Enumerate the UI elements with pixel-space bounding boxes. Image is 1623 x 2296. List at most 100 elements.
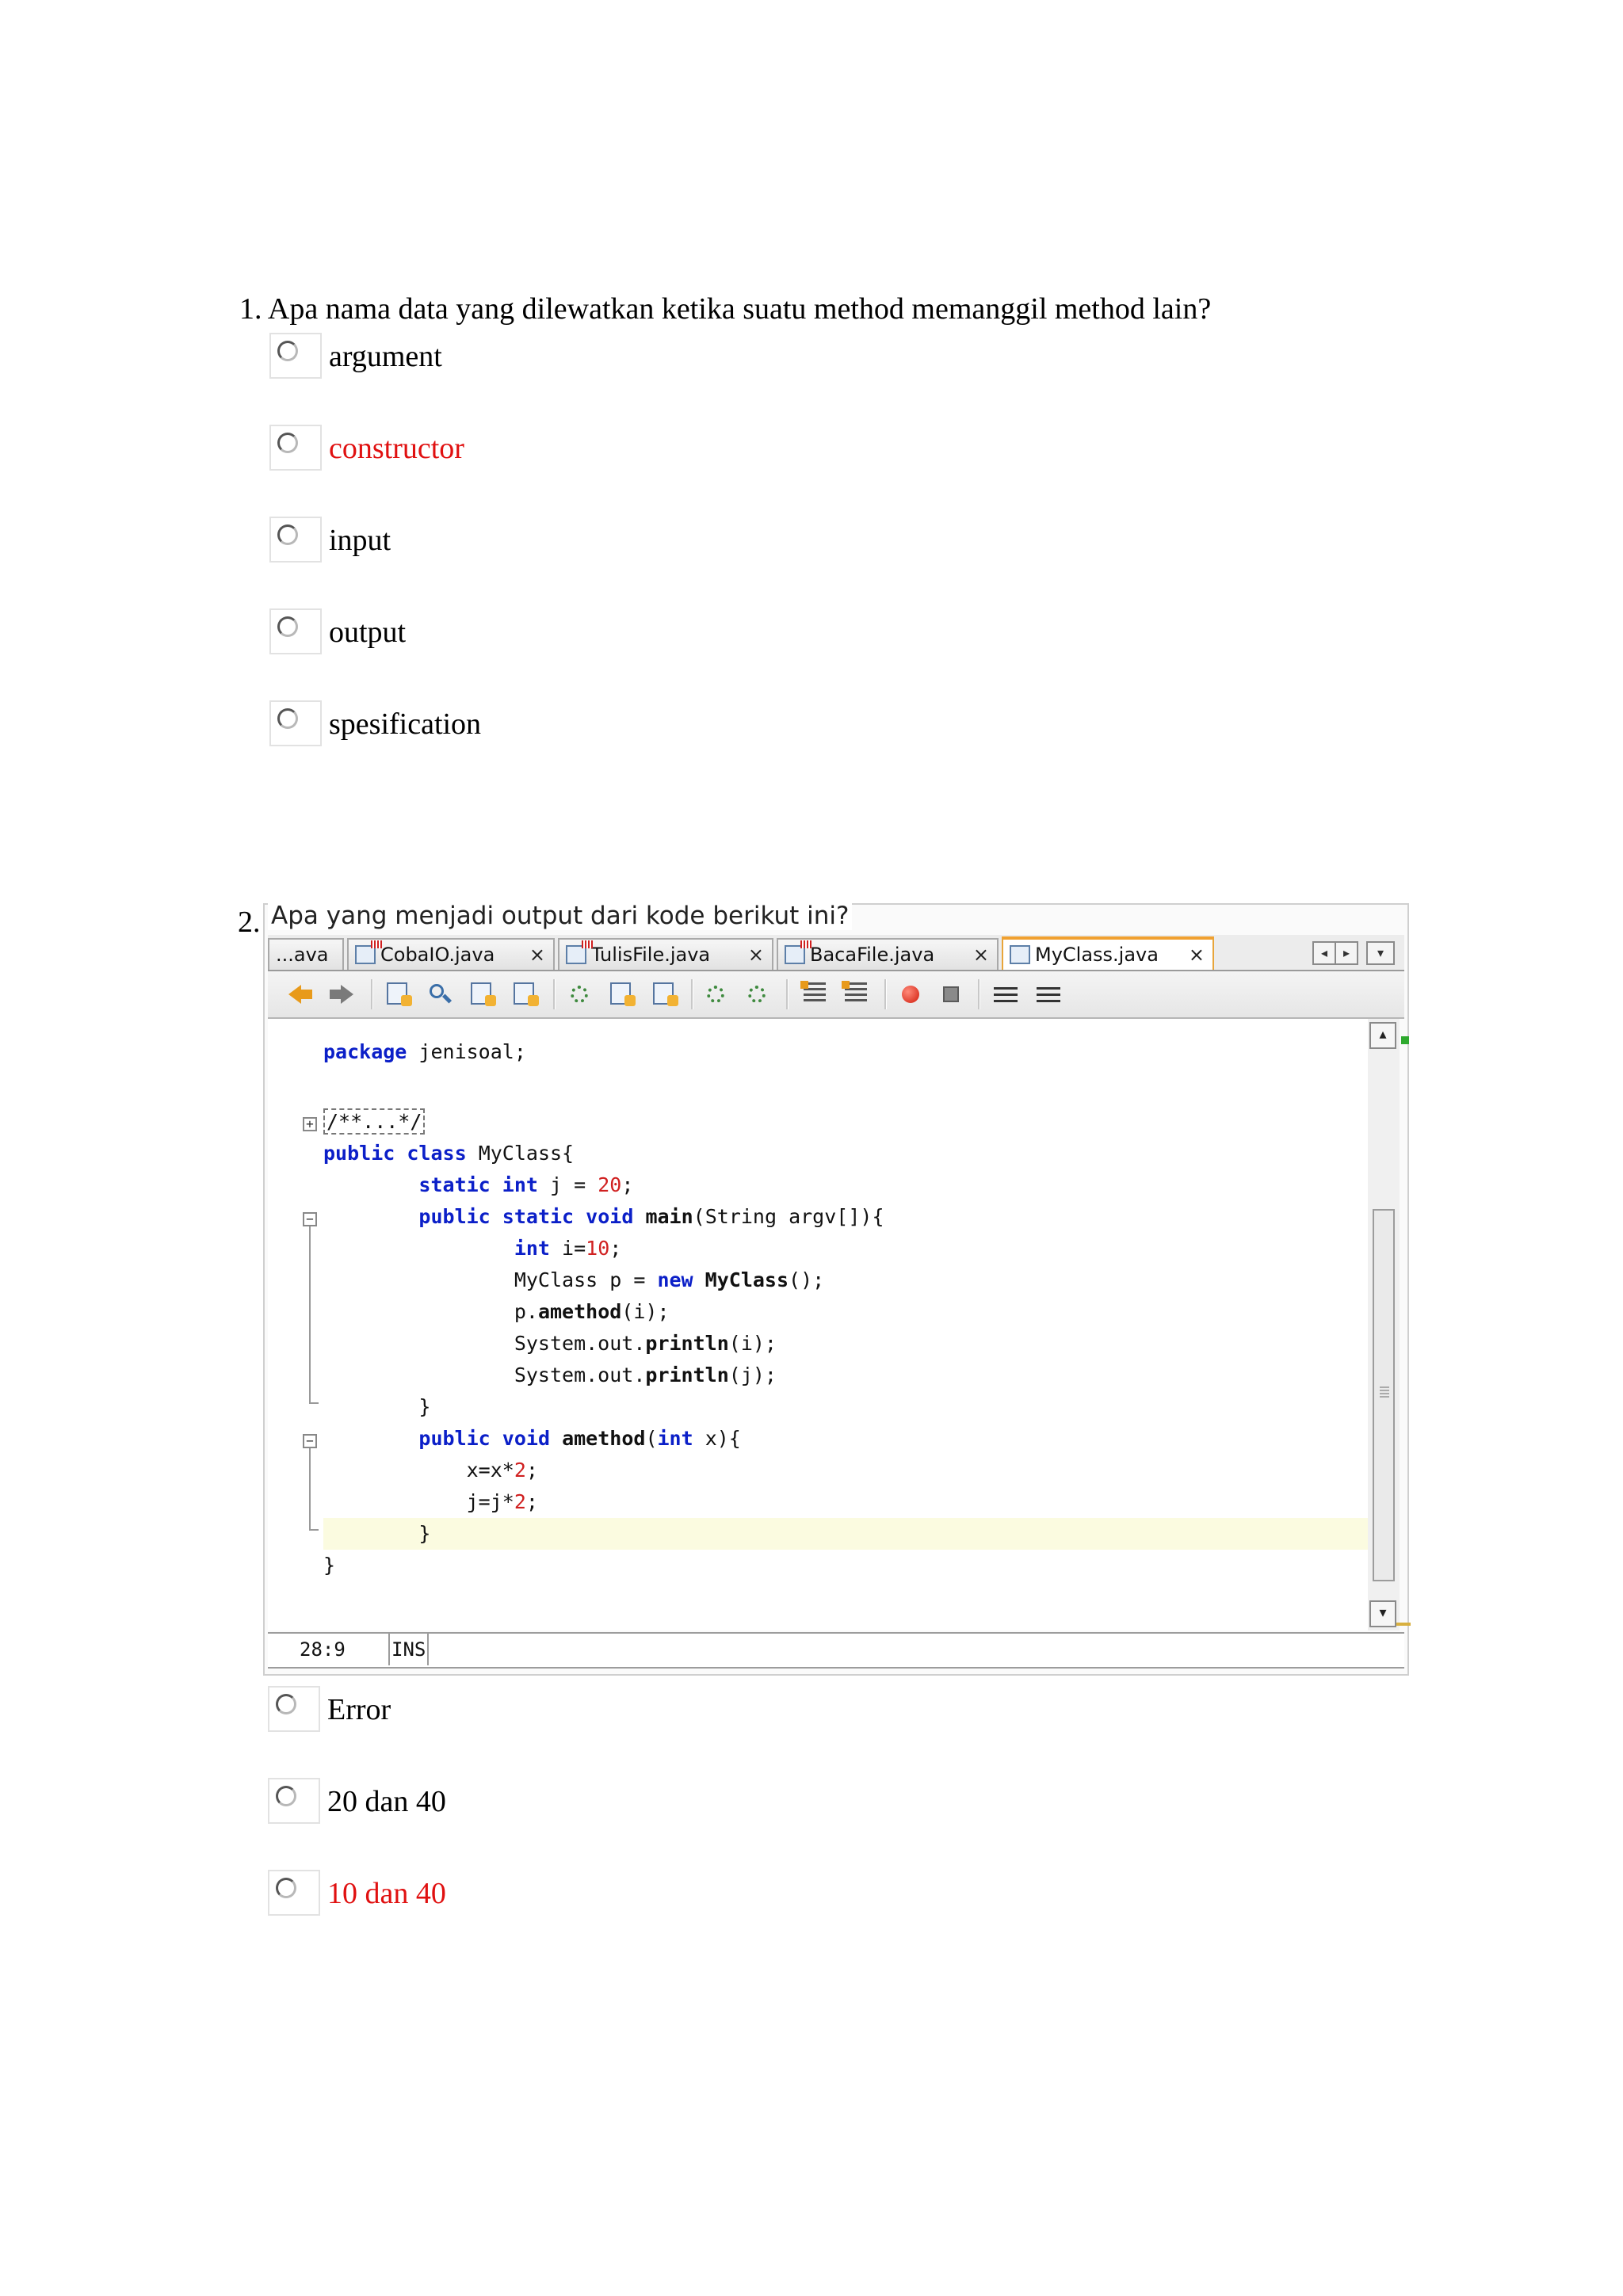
current-line-marker[interactable]	[1396, 1623, 1411, 1626]
code-number: 20	[598, 1173, 622, 1196]
toggle-highlight-icon[interactable]	[514, 982, 539, 1006]
radio-circle-icon	[276, 1878, 296, 1898]
tab-cobaio[interactable]: CobaIO.java ×	[347, 938, 555, 970]
code-line: }	[323, 1550, 1368, 1581]
code-line: static int j = 20;	[323, 1169, 1368, 1201]
code-line: public void amethod(int x){	[323, 1423, 1368, 1455]
option-radio[interactable]	[269, 700, 322, 746]
comment-icon[interactable]	[653, 982, 678, 1006]
code-line: package jenisoal;	[323, 1036, 1368, 1068]
code-line: x=x*2;	[323, 1455, 1368, 1486]
forward-arrow-icon[interactable]	[328, 982, 355, 1006]
code-text: }	[418, 1395, 431, 1418]
toggle-bookmark-icon[interactable]	[994, 987, 1018, 1005]
shift-left-icon[interactable]	[567, 982, 594, 1006]
scroll-tabs-right-button[interactable]: ▸	[1335, 941, 1358, 965]
java-file-icon	[566, 940, 593, 964]
radio-circle-icon	[277, 433, 298, 453]
tab-tulisfile[interactable]: TulisFile.java ×	[558, 938, 773, 970]
code-method: amethod	[562, 1427, 646, 1450]
radio-circle-icon	[277, 616, 298, 637]
close-icon[interactable]: ×	[1189, 940, 1205, 970]
code-text: ();	[789, 1268, 825, 1291]
code-text: j =	[550, 1173, 598, 1196]
tab-label: TulisFile.java	[591, 944, 711, 966]
toolbar-separator	[978, 979, 980, 1009]
code-line: }	[323, 1391, 1368, 1423]
code-text: (i);	[621, 1300, 670, 1323]
code-keyword: int	[657, 1427, 693, 1450]
code-keyword: static	[502, 1205, 575, 1228]
find-icon[interactable]	[428, 982, 455, 1006]
code-keyword: int	[502, 1173, 538, 1196]
scroll-up-button[interactable]: ▴	[1369, 1022, 1396, 1049]
grip-icon	[1380, 1386, 1389, 1398]
fold-collapse-icon[interactable]: −	[303, 1212, 317, 1226]
option-label: argument	[329, 340, 442, 373]
code-method: amethod	[537, 1300, 622, 1323]
scroll-down-button[interactable]: ▾	[1369, 1600, 1396, 1627]
option-radio[interactable]	[268, 1870, 320, 1916]
record-macro-icon[interactable]	[897, 982, 924, 1006]
code-text: x){	[693, 1427, 741, 1450]
tab-bacafile[interactable]: BacaFile.java ×	[777, 938, 999, 970]
find-previous-icon[interactable]	[387, 982, 412, 1006]
scrollbar-thumb[interactable]	[1373, 1209, 1395, 1581]
option-radio[interactable]	[269, 608, 322, 654]
question-number: 1.	[239, 292, 262, 326]
option-radio[interactable]	[269, 517, 322, 563]
back-arrow-icon[interactable]	[287, 982, 314, 1006]
option-radio[interactable]	[268, 1778, 320, 1824]
tab-myclass[interactable]: MyClass.java ×	[1002, 936, 1214, 970]
code-method: println	[645, 1332, 729, 1355]
find-next-icon[interactable]	[471, 982, 496, 1006]
option-radio[interactable]	[269, 333, 322, 379]
radio-circle-icon	[276, 1786, 296, 1806]
toolbar-separator	[553, 979, 556, 1009]
close-icon[interactable]: ×	[529, 940, 545, 970]
toolbar-separator	[884, 979, 887, 1009]
tab-ava[interactable]: ...ava	[268, 938, 344, 970]
ide-screenshot: Apa yang menjadi output dari kode beriku…	[263, 902, 1411, 1676]
tab-list-dropdown-button[interactable]: ▾	[1366, 941, 1395, 965]
code-line: MyClass p = new MyClass();	[323, 1264, 1368, 1296]
code-keyword: int	[514, 1237, 550, 1260]
stop-macro-icon[interactable]	[938, 982, 965, 1006]
fold-collapse-icon[interactable]: −	[303, 1434, 317, 1448]
format-icon[interactable]	[745, 982, 772, 1006]
code-text: (	[645, 1427, 658, 1450]
code-method: println	[645, 1363, 729, 1386]
code-line: j=j*2;	[323, 1486, 1368, 1518]
option-label: constructor	[329, 432, 464, 465]
java-file-icon	[785, 940, 812, 964]
close-icon[interactable]: ×	[748, 940, 764, 970]
code-text: (j);	[728, 1363, 777, 1386]
vertical-scrollbar[interactable]: ▴ ▾	[1368, 1019, 1400, 1630]
code-editor[interactable]: package jenisoal; + /**...*/ public clas…	[268, 1019, 1369, 1630]
code-class: MyClass	[705, 1268, 789, 1291]
fold-expand-icon[interactable]: +	[303, 1117, 317, 1131]
uncomment-icon[interactable]	[704, 982, 731, 1006]
scroll-tabs-left-button[interactable]: ◂	[1312, 941, 1336, 965]
folded-comment[interactable]: /**...*/	[323, 1108, 426, 1135]
question-2-number: 2.	[238, 906, 261, 939]
code-text: System.out.	[514, 1332, 646, 1355]
toolbar-separator	[786, 979, 789, 1009]
tab-label: ...ava	[276, 944, 329, 966]
fold-guide	[309, 1448, 311, 1529]
option-radio[interactable]	[268, 1686, 320, 1732]
code-text: MyClass{	[478, 1142, 575, 1165]
question-1: 1. Apa nama data yang dilewatkan ketika …	[239, 290, 1211, 328]
editor-tab-bar: ...ava CobaIO.java × TulisFile.java × Ba…	[268, 935, 1404, 971]
bookmark-icon[interactable]	[842, 981, 867, 1003]
code-keyword: class	[407, 1142, 467, 1165]
reformat-icon[interactable]	[800, 981, 826, 1003]
close-icon[interactable]: ×	[973, 940, 989, 970]
toggle-comment-icon[interactable]	[1037, 987, 1060, 1005]
code-line: public class MyClass{	[323, 1138, 1368, 1169]
option-radio[interactable]	[269, 425, 322, 471]
code-text: jenisoal;	[418, 1040, 526, 1063]
code-text: ;	[525, 1459, 538, 1482]
shift-right-icon[interactable]	[610, 982, 636, 1006]
java-file-icon	[1010, 945, 1030, 964]
